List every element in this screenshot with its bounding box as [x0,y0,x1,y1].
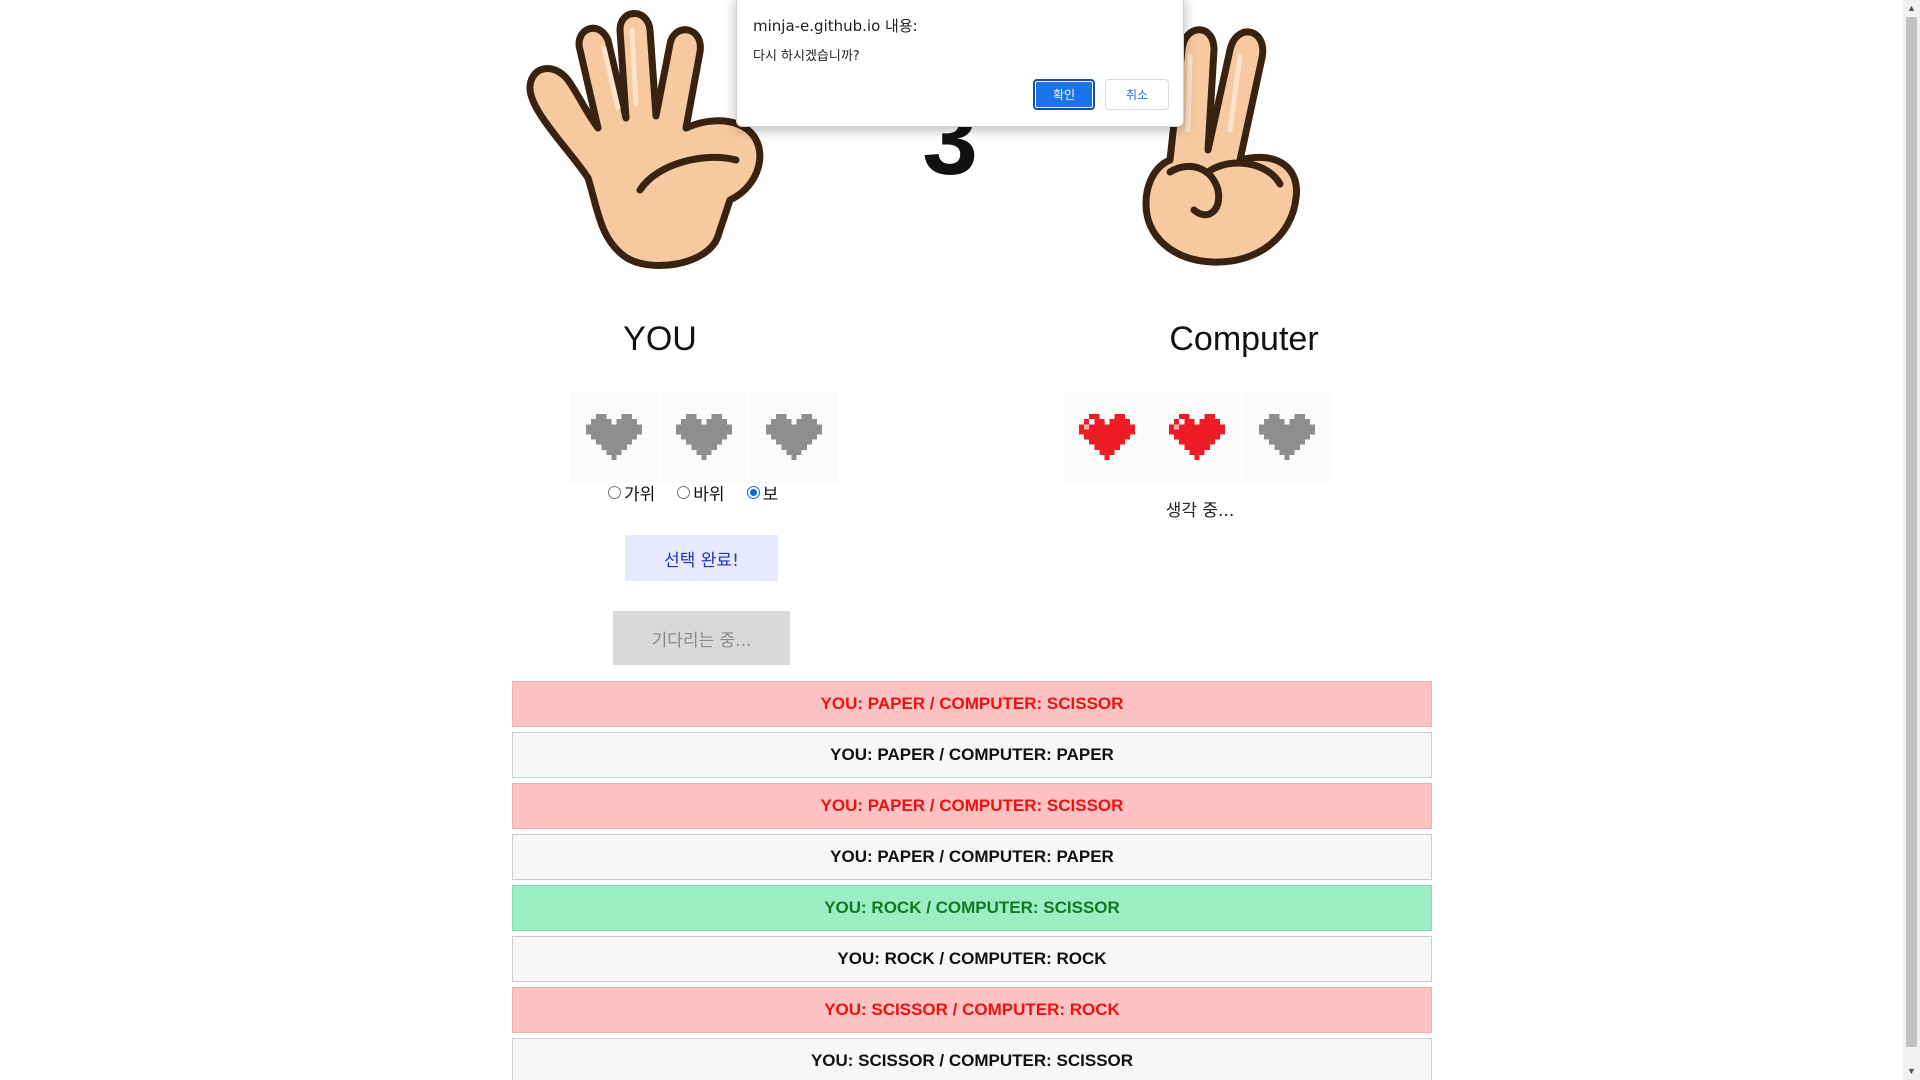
dialog-cancel-button[interactable]: 취소 [1105,79,1169,110]
choice-radio-group: 가위 바위 보 [608,480,778,505]
computer-lives [1063,392,1331,482]
vertical-scrollbar[interactable]: ▲ ▼ [1903,0,1920,1080]
history-row: YOU: ROCK / COMPUTER: ROCK [512,936,1432,982]
history-row: YOU: ROCK / COMPUTER: SCISSOR [512,885,1432,931]
choice-rock[interactable]: 바위 [677,480,725,505]
submit-choice-button[interactable]: 선택 완료! [625,535,778,581]
history-row: YOU: SCISSOR / COMPUTER: SCISSOR [512,1038,1432,1080]
player-heart-empty-icon [570,392,658,482]
choice-scissor[interactable]: 가위 [608,480,655,505]
player-heart-empty-icon [750,392,838,482]
computer-status: 생각 중... [1165,501,1235,521]
scroll-thumb[interactable] [1906,17,1917,1047]
choice-paper[interactable]: 보 [746,480,779,505]
confirm-dialog: minja-e.github.io 내용: 다시 하시겠습니까? 확인 취소 [736,0,1184,127]
history-row: YOU: PAPER / COMPUTER: SCISSOR [512,681,1432,727]
computer-heart-full-icon [1153,392,1241,482]
player-heart-empty-icon [660,392,748,482]
radio-scissor[interactable] [608,486,621,499]
choice-scissor-label: 가위 [624,485,656,505]
computer-label: Computer [1169,320,1319,358]
player-label: YOU [623,320,697,358]
player-lives [570,392,838,482]
dialog-ok-button[interactable]: 확인 [1033,79,1095,110]
scroll-up-arrow-icon[interactable]: ▲ [1903,0,1920,17]
history-row: YOU: SCISSOR / COMPUTER: ROCK [512,987,1432,1033]
computer-heart-empty-icon [1243,392,1331,482]
radio-rock[interactable] [677,486,691,499]
round-history: YOU: PAPER / COMPUTER: SCISSOR YOU: PAPER… [512,681,1432,1080]
history-row: YOU: PAPER / COMPUTER: PAPER [512,834,1432,880]
history-row: YOU: PAPER / COMPUTER: PAPER [512,732,1432,778]
choice-paper-label: 보 [762,485,779,505]
dialog-message: 다시 하시겠습니까? [753,49,860,64]
waiting-button: 기다리는 중... [613,611,790,665]
game-page: 3 YOU Computer 가위 바위 보 생각 중... 선택 완료! 기다… [0,0,1920,1080]
dialog-origin: minja-e.github.io 내용: [753,17,918,35]
computer-heart-full-icon [1063,392,1151,482]
scroll-down-arrow-icon[interactable]: ▼ [1903,1063,1920,1080]
radio-paper[interactable] [746,486,760,499]
history-row: YOU: PAPER / COMPUTER: SCISSOR [512,783,1432,829]
choice-rock-label: 바위 [693,485,725,505]
